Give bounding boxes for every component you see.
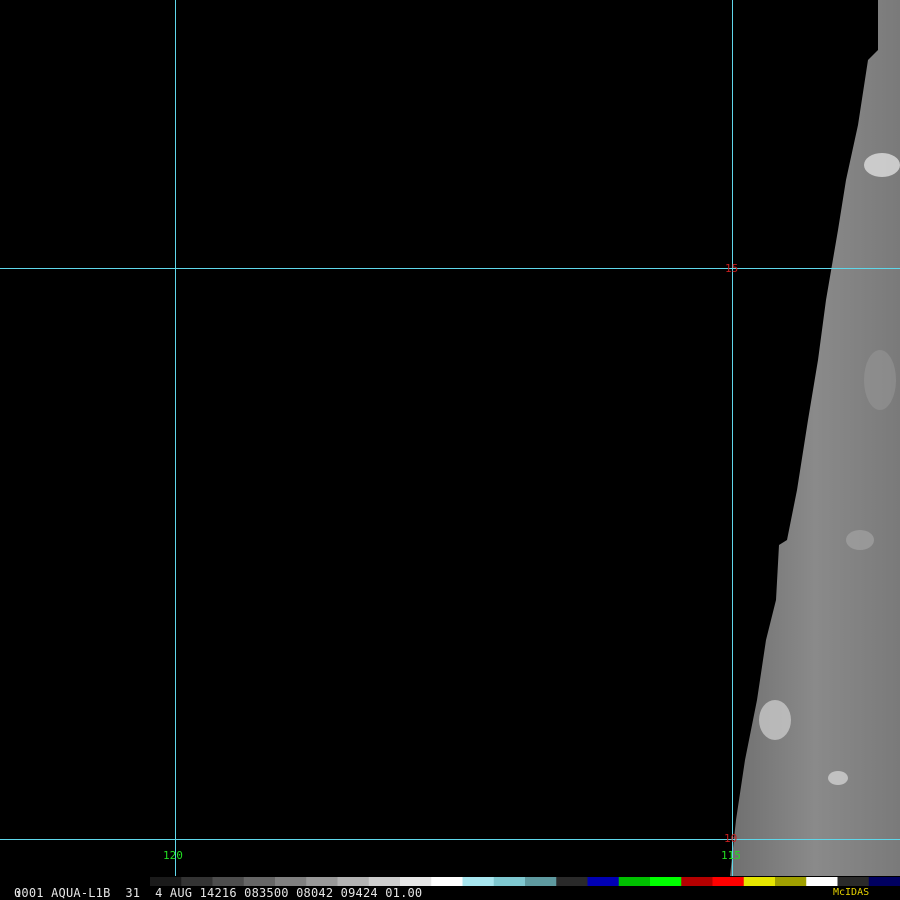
bright-cloud <box>759 700 791 740</box>
color-bar-segment <box>587 877 620 886</box>
color-bar-segment <box>306 877 338 886</box>
color-bar-segment <box>275 877 307 886</box>
color-bar-segment <box>806 877 838 886</box>
bright-cloud <box>864 153 900 177</box>
color-bar-segment <box>243 877 276 886</box>
color-bar-segment <box>525 877 557 886</box>
longitude-label-115: 115 <box>721 849 741 862</box>
color-bar-segment <box>743 877 776 886</box>
color-bar-segment <box>837 877 870 886</box>
color-bar-segment <box>775 877 807 886</box>
mcidas-logo-text: McIDAS <box>833 887 870 898</box>
color-bar-segment <box>868 877 900 886</box>
bright-cloud <box>864 350 896 410</box>
color-bar-segment <box>556 877 588 886</box>
satellite-image: 15 10 120 115 <box>0 0 900 900</box>
cloud-swath <box>730 0 900 876</box>
color-bar-segment <box>650 877 682 886</box>
color-bar-segment <box>431 877 463 886</box>
latitude-label-15: 15 <box>725 262 739 275</box>
bright-cloud <box>846 530 874 550</box>
longitude-label-120: 120 <box>163 849 183 862</box>
image-info-text: 0001 AQUA-L1B 31 4 AUG 14216 083500 0804… <box>14 886 423 900</box>
color-bar-segment <box>337 877 370 886</box>
color-bar-segment <box>712 877 745 886</box>
color-bar-segment <box>150 877 182 886</box>
latitude-label-10: 10 <box>724 832 738 845</box>
color-bar-segment <box>681 877 713 886</box>
color-bar-segment <box>368 877 401 886</box>
color-bar-segment <box>493 877 526 886</box>
color-bar-segment <box>462 877 495 886</box>
color-bar-segment <box>400 877 432 886</box>
bright-cloud <box>828 771 848 785</box>
color-bar-segment <box>181 877 213 886</box>
satellite-map <box>0 0 900 876</box>
color-bar-segment <box>618 877 651 886</box>
color-bar-segment <box>212 877 245 886</box>
color-bar <box>150 877 900 886</box>
